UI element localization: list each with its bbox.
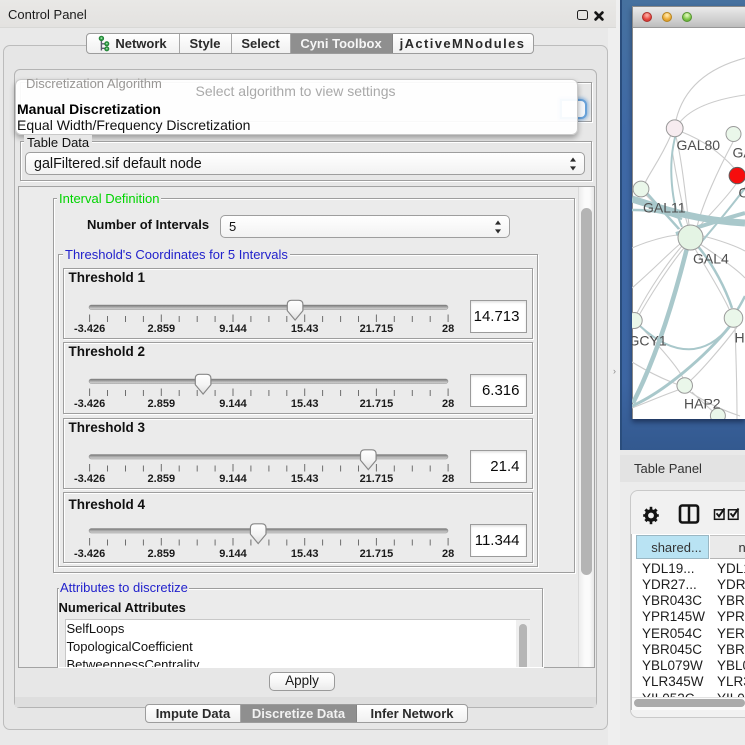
svg-text:GA: GA (733, 145, 745, 161)
svg-text:GAL11: GAL11 (643, 200, 686, 216)
svg-text:HAP2: HAP2 (684, 396, 721, 412)
svg-text:H: H (735, 330, 745, 346)
svg-text:GAL80: GAL80 (677, 137, 721, 153)
svg-text:GAL4: GAL4 (693, 251, 729, 267)
svg-text:GCY1: GCY1 (632, 333, 667, 349)
svg-text:O: O (739, 185, 745, 201)
